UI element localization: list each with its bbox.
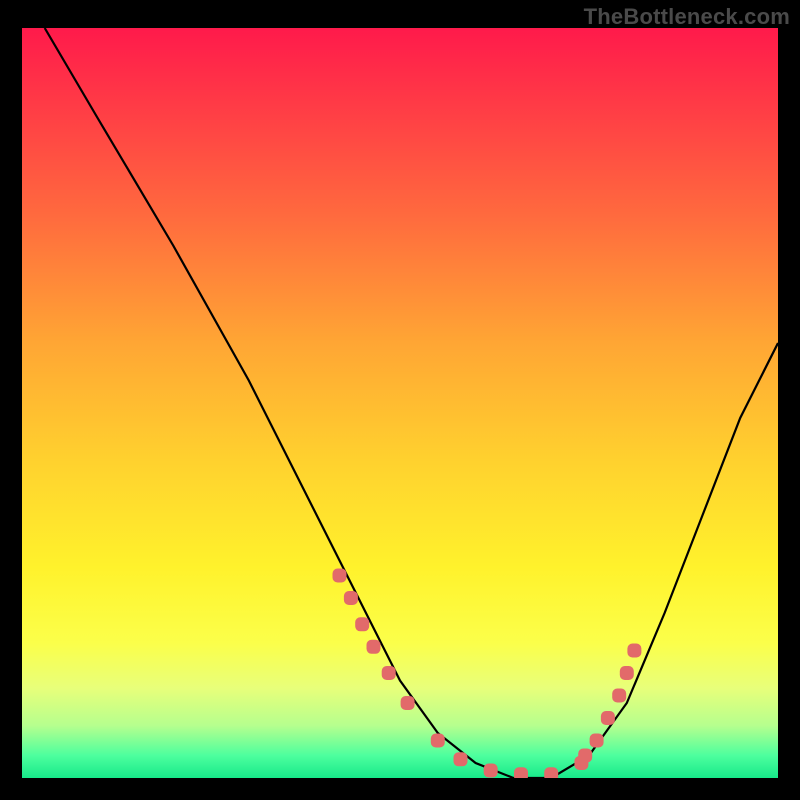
data-marker	[355, 617, 369, 631]
data-marker	[514, 767, 528, 778]
data-marker	[620, 666, 634, 680]
plot-area	[22, 28, 778, 778]
data-marker	[578, 749, 592, 763]
marker-group	[333, 569, 642, 779]
data-marker	[544, 767, 558, 778]
data-marker	[627, 644, 641, 658]
data-marker	[401, 696, 415, 710]
data-marker	[601, 711, 615, 725]
data-marker	[612, 689, 626, 703]
chart-frame: TheBottleneck.com	[0, 0, 800, 800]
data-marker	[454, 752, 468, 766]
data-marker	[344, 591, 358, 605]
watermark-text: TheBottleneck.com	[584, 4, 790, 30]
data-marker	[431, 734, 445, 748]
data-marker	[484, 764, 498, 778]
data-marker	[590, 734, 604, 748]
data-marker	[367, 640, 381, 654]
curve-line	[45, 28, 778, 778]
data-marker	[382, 666, 396, 680]
data-marker	[333, 569, 347, 583]
chart-svg	[22, 28, 778, 778]
